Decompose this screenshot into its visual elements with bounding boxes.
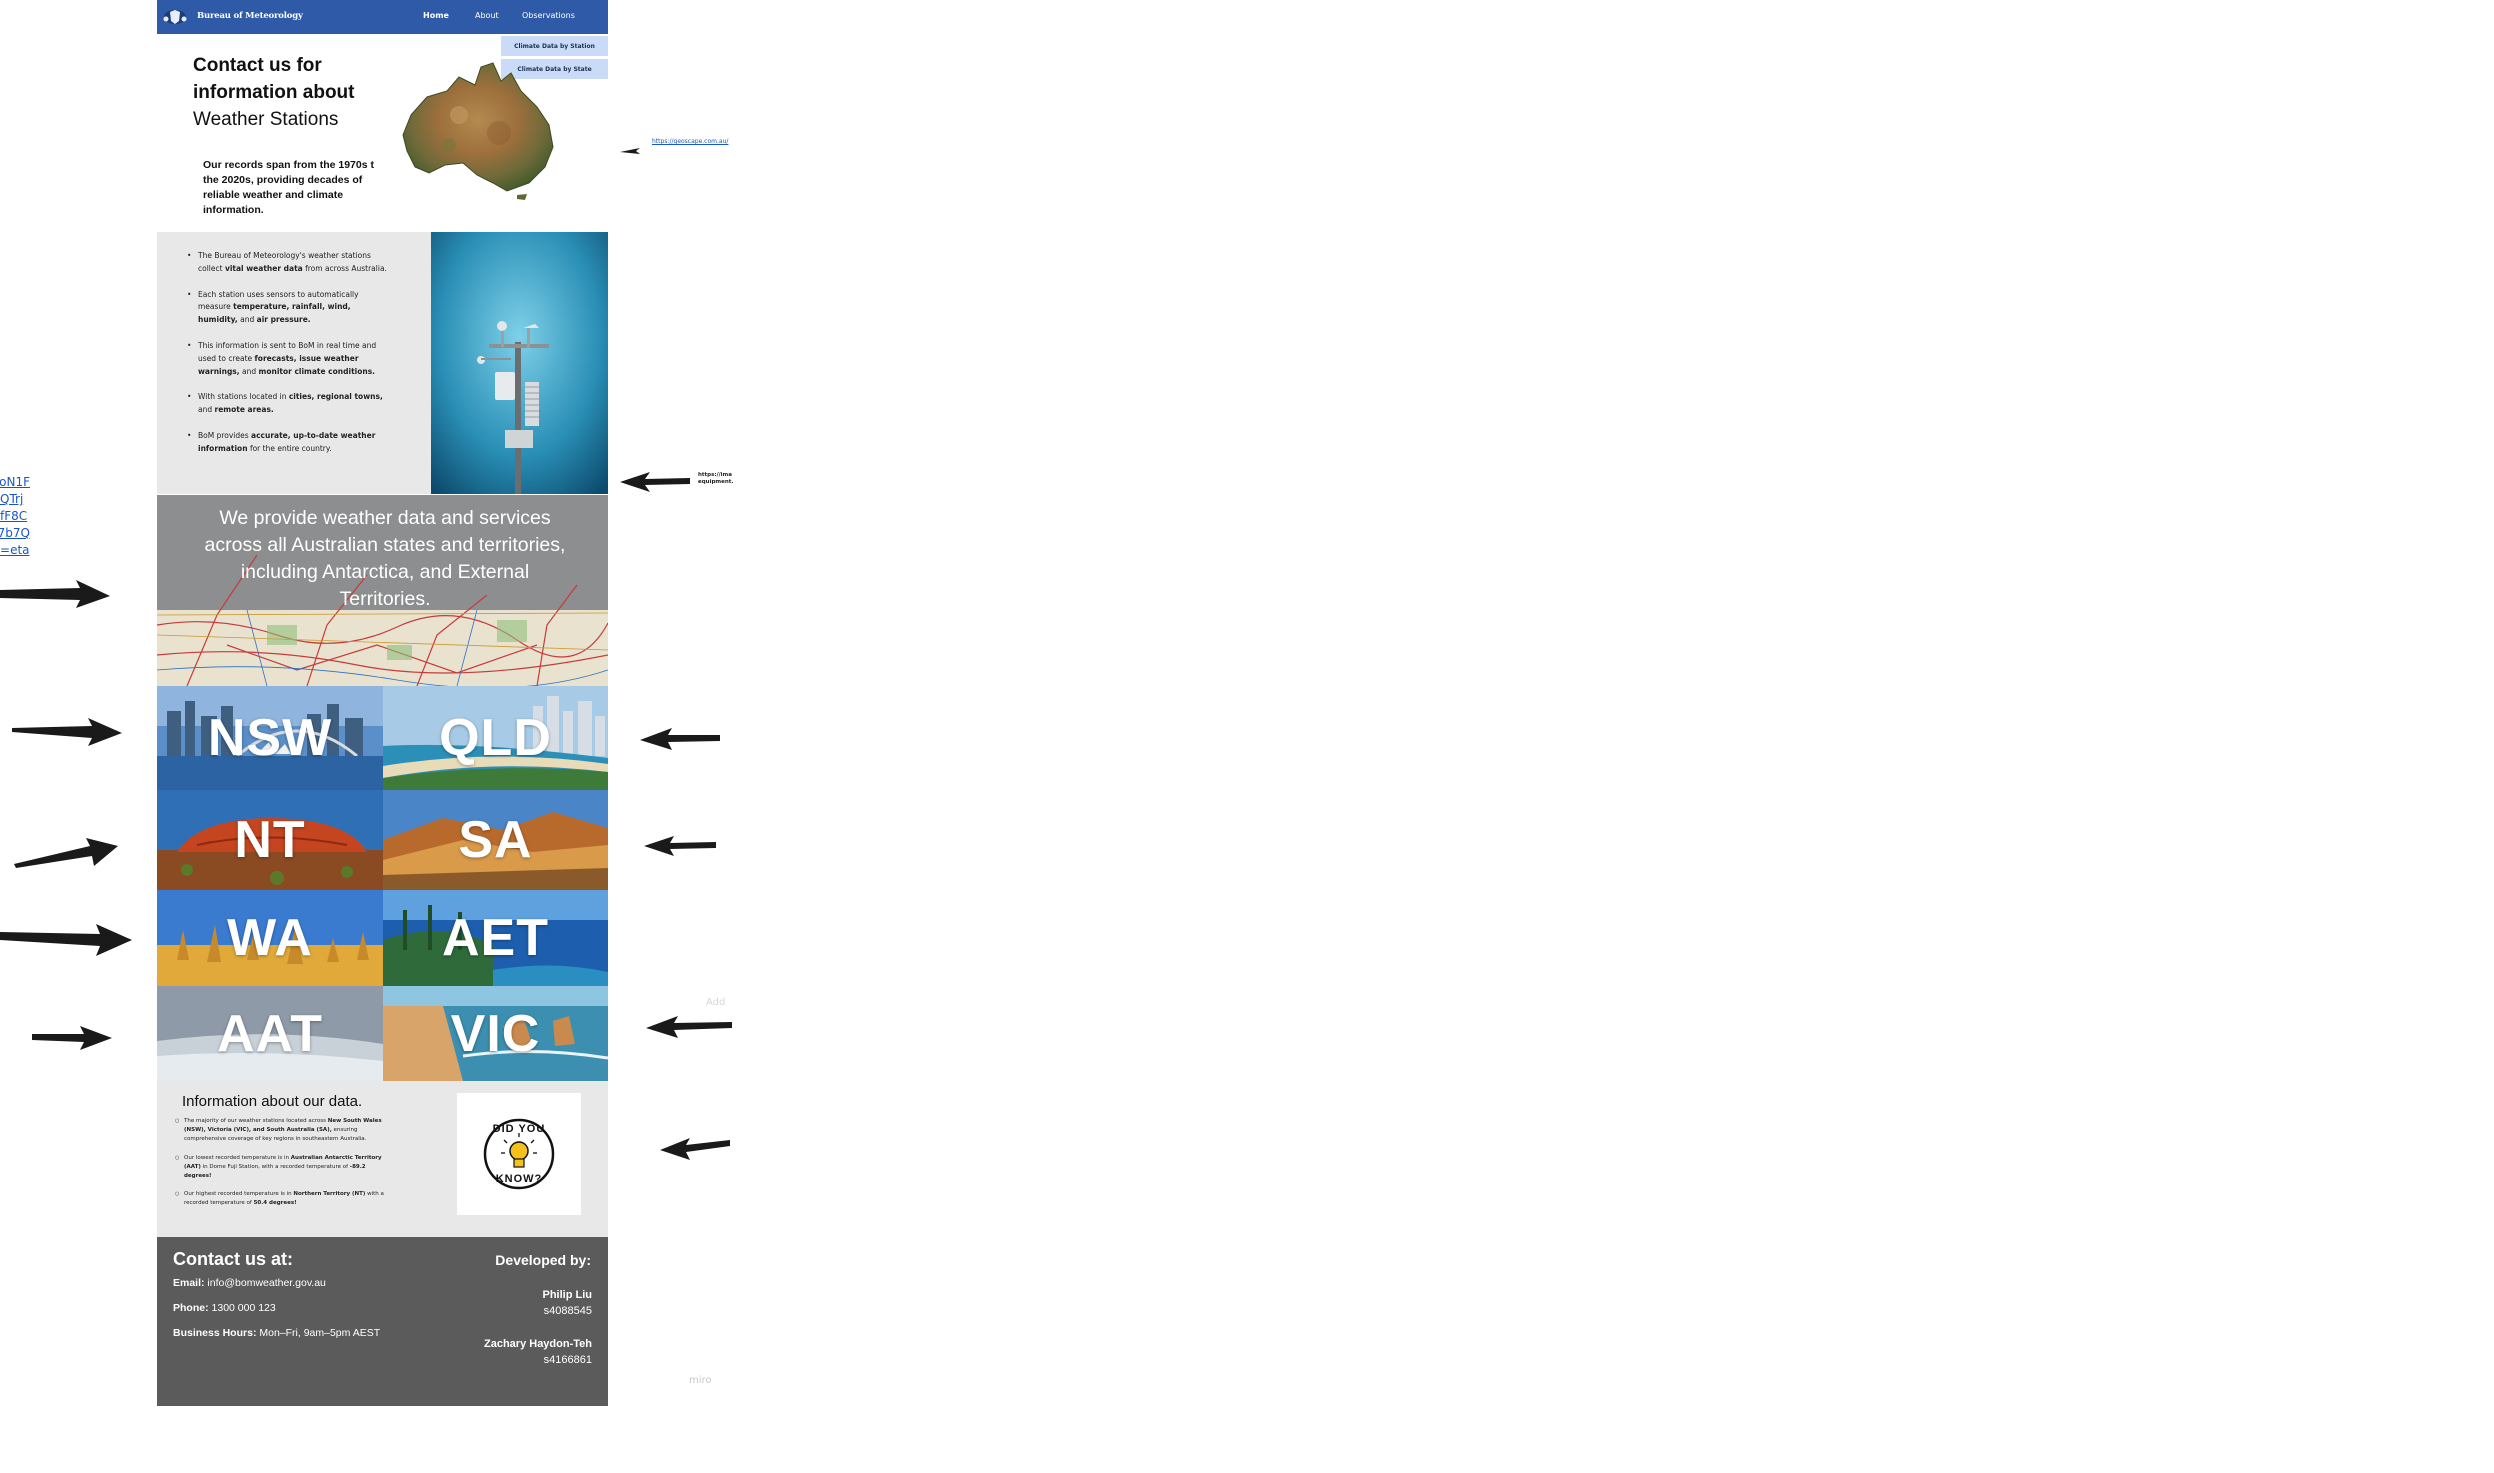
webpage-mockup: Bureau of Meteorology Home About Observa… (157, 0, 608, 1406)
weather-station-photo (431, 232, 608, 494)
reference-link[interactable]: QTrj (0, 491, 30, 508)
footer-hours: Business Hours: Mon–Fri, 9am–5pm AEST (173, 1327, 381, 1339)
footer-developed-by: Developed by: (495, 1252, 591, 1268)
did-you-know-top-text: DID YOU (492, 1123, 546, 1135)
state-tile-sa[interactable]: SA (383, 790, 608, 890)
arrow-left-icon (660, 1138, 730, 1160)
coat-of-arms-icon (163, 10, 187, 24)
state-label: AET (442, 909, 549, 967)
info-list: The Bureau of Meteorology's weather stat… (187, 250, 387, 469)
lightbulb-icon (483, 1118, 555, 1190)
state-tile-wa[interactable]: WA (157, 890, 383, 986)
brand-name[interactable]: Bureau of Meteorology (197, 11, 303, 21)
arrow-left-icon (644, 836, 716, 856)
footer-contact-title: Contact us at: (173, 1249, 294, 1269)
arrow-left-icon (646, 1016, 732, 1038)
info-item: With stations located in cities, regiona… (187, 391, 387, 417)
hero-title-line-3: Weather Stations (193, 109, 339, 130)
miro-watermark: miro (689, 1375, 712, 1386)
info-item: This information is sent to BoM in real … (187, 340, 387, 378)
info-item: The Bureau of Meteorology's weather stat… (187, 250, 387, 276)
arrow-right-icon (0, 924, 132, 956)
state-tile-aet[interactable]: AET (383, 890, 608, 986)
facts-list: The majority of our weather stations loc… (175, 1117, 395, 1218)
nav-home-link[interactable]: Home (423, 11, 449, 20)
arrow-left-icon (620, 472, 690, 492)
australia-satellite-map-image (402, 62, 554, 200)
top-navbar: Bureau of Meteorology Home About Observa… (157, 0, 608, 34)
geoscape-reference-link[interactable]: https://geoscape.com.au/ (652, 138, 728, 145)
arrow-right-icon (14, 838, 118, 868)
footer: Contact us at: Email: info@bomweather.go… (157, 1237, 608, 1406)
state-label: NSW (207, 709, 333, 767)
info-item: BoM provides accurate, up-to-date weathe… (187, 430, 387, 456)
state-tile-vic[interactable]: VIC (383, 986, 608, 1081)
footer-email: Email: info@bomweather.gov.au (173, 1277, 326, 1289)
coverage-statement: We provide weather data and services acr… (204, 507, 566, 610)
hero-title-line-2: information about (193, 82, 355, 103)
state-label: VIC (450, 1004, 541, 1063)
fact-item: Our highest recorded temperature is in N… (175, 1190, 395, 1208)
arrow-right-icon (12, 718, 122, 746)
truncated-reference-links: oN1F QTrj fF8C 7b7Q eta= (0, 474, 30, 559)
state-label: WA (227, 909, 313, 967)
image-reference-note: https://ima equipment. (698, 472, 734, 485)
hero-subtitle: Our records span from the 1970s t the 20… (203, 159, 374, 216)
faint-label: Add (706, 997, 726, 1008)
data-facts-section: Information about our data. The majority… (157, 1081, 608, 1237)
state-label: SA (458, 811, 533, 869)
road-map-banner: We provide weather data and services acr… (157, 495, 608, 686)
arrow-right-icon (0, 580, 110, 608)
dropdown-climate-by-station[interactable]: Climate Data by Station (501, 36, 608, 56)
nav-about-link[interactable]: About (475, 11, 499, 20)
nav-observations-link[interactable]: Observations (522, 11, 575, 20)
developer-2: Zachary Haydon-Teh s4166861 (484, 1338, 592, 1366)
arrow-left-icon (620, 148, 640, 154)
hero-title: Contact us for information about Weather… (193, 52, 403, 133)
footer-phone: Phone: 1300 000 123 (173, 1302, 276, 1314)
hero-title-line-1: Contact us for (193, 55, 322, 76)
reference-link[interactable]: fF8C (0, 508, 30, 525)
state-label: AAT (216, 1004, 323, 1063)
state-label: NT (234, 811, 306, 869)
state-tile-aat[interactable]: AAT (157, 986, 383, 1081)
fact-item: The majority of our weather stations loc… (175, 1117, 395, 1145)
reference-link[interactable]: eta= (0, 542, 30, 559)
state-tile-nsw[interactable]: NSW (157, 686, 383, 790)
state-label: QLD (439, 709, 552, 767)
facts-title: Information about our data. (182, 1093, 363, 1110)
state-tile-nt[interactable]: NT (157, 790, 383, 890)
info-section: The Bureau of Meteorology's weather stat… (157, 232, 608, 494)
arrow-left-icon (640, 728, 720, 750)
email-link[interactable]: info@bomweather.gov.au (205, 1277, 325, 1289)
reference-link[interactable]: 7b7Q (0, 525, 30, 542)
state-tile-qld[interactable]: QLD (383, 686, 608, 790)
info-item: Each station uses sensors to automatical… (187, 289, 387, 327)
did-you-know-bottom-text: KNOW? (495, 1173, 543, 1185)
arrow-right-icon (32, 1026, 112, 1050)
fact-item: Our lowest recorded temperature is in Au… (175, 1154, 395, 1182)
did-you-know-badge: DID YOU KNOW? (457, 1093, 581, 1215)
reference-link[interactable]: oN1F (0, 474, 30, 491)
developer-1: Philip Liu s4088545 (542, 1289, 593, 1317)
